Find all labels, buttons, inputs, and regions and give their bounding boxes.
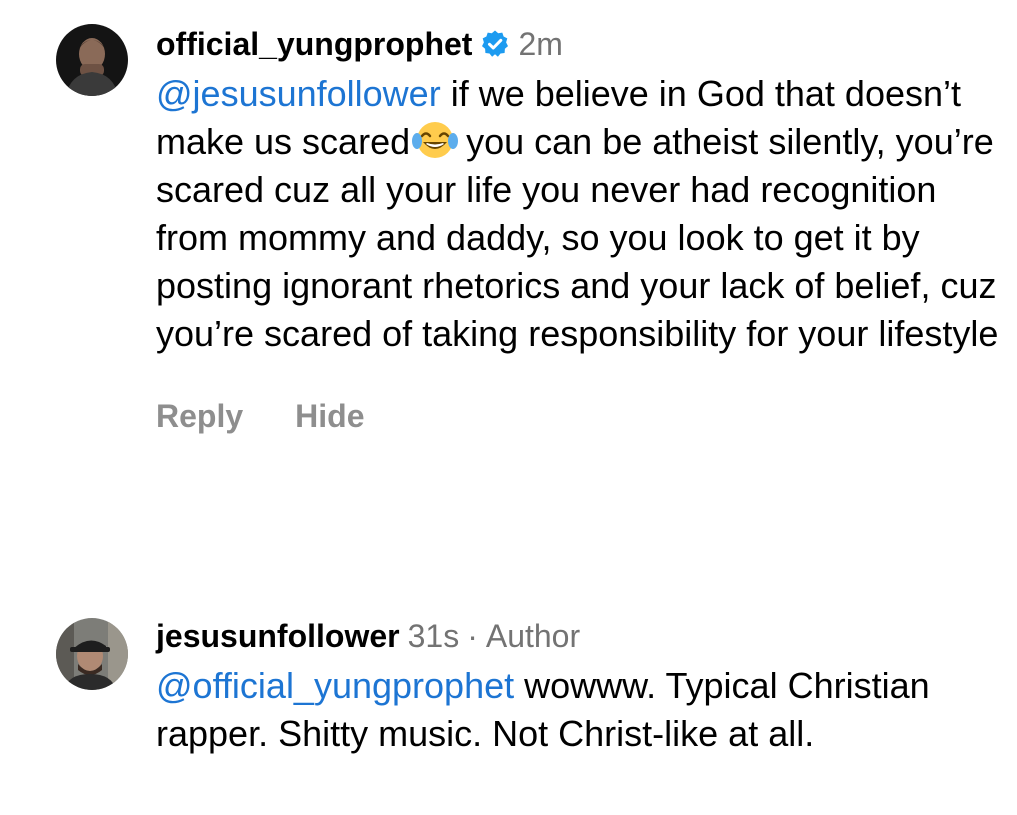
comment-actions: Reply Hide <box>156 398 999 435</box>
separator: · <box>467 617 478 654</box>
reply-button[interactable]: Reply <box>156 398 243 435</box>
avatar-image <box>56 618 128 690</box>
comment-text: @jesusunfollower if we believe in God th… <box>156 70 999 358</box>
avatar[interactable] <box>56 618 128 690</box>
author-label: Author <box>485 617 581 654</box>
hide-button[interactable]: Hide <box>295 398 364 435</box>
face-with-tears-of-joy-icon <box>412 120 459 160</box>
verified-badge-icon <box>480 29 510 59</box>
mention-link[interactable]: @jesusunfollower <box>156 73 441 114</box>
mention-link[interactable]: @official_yungprophet <box>156 665 514 706</box>
comment-text: @official_yungprophet wowww. Typical Chr… <box>156 662 999 758</box>
timestamp: 2m <box>518 25 563 62</box>
avatar-image <box>56 24 128 96</box>
timestamp: 31s <box>407 617 460 654</box>
avatar[interactable] <box>56 24 128 96</box>
username[interactable]: official_yungprophet <box>156 26 472 63</box>
username[interactable]: jesusunfollower <box>156 618 400 655</box>
